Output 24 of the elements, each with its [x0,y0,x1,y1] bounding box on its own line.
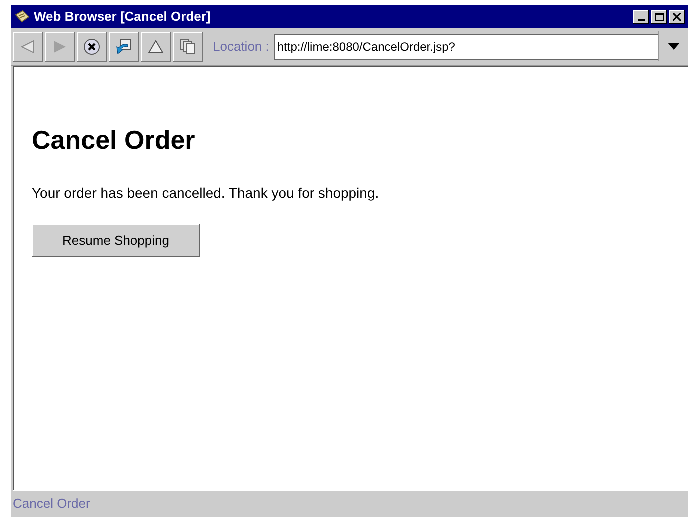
maximize-icon [654,12,664,20]
close-icon [673,12,681,20]
back-arrow-icon [20,38,36,54]
browser-app-icon [14,8,30,24]
minimize-icon [638,18,644,20]
page-arrow-icon [115,38,133,56]
minimize-button[interactable] [633,10,649,24]
copy-icon [180,38,196,54]
toolbar-button[interactable] [109,32,139,62]
resume-shopping-button[interactable]: Resume Shopping [32,224,200,257]
maximize-button[interactable] [651,10,667,24]
triangle-icon [148,38,164,54]
caret-icon [668,42,680,50]
stop-icon [83,38,101,56]
location-label: Location : [213,38,270,56]
toolbar-button[interactable] [141,32,171,62]
close-button[interactable] [669,10,685,24]
window-title: Web Browser [Cancel Order] [34,8,212,26]
forward-arrow-icon [52,38,68,54]
page-heading: Cancel Order [32,127,196,153]
confirmation-message: Your order has been cancelled. Thank you for shopping. [32,184,380,203]
status-text: Cancel Order [13,495,90,514]
location-dropdown-button[interactable] [658,31,688,61]
toolbar-button[interactable] [77,32,107,62]
